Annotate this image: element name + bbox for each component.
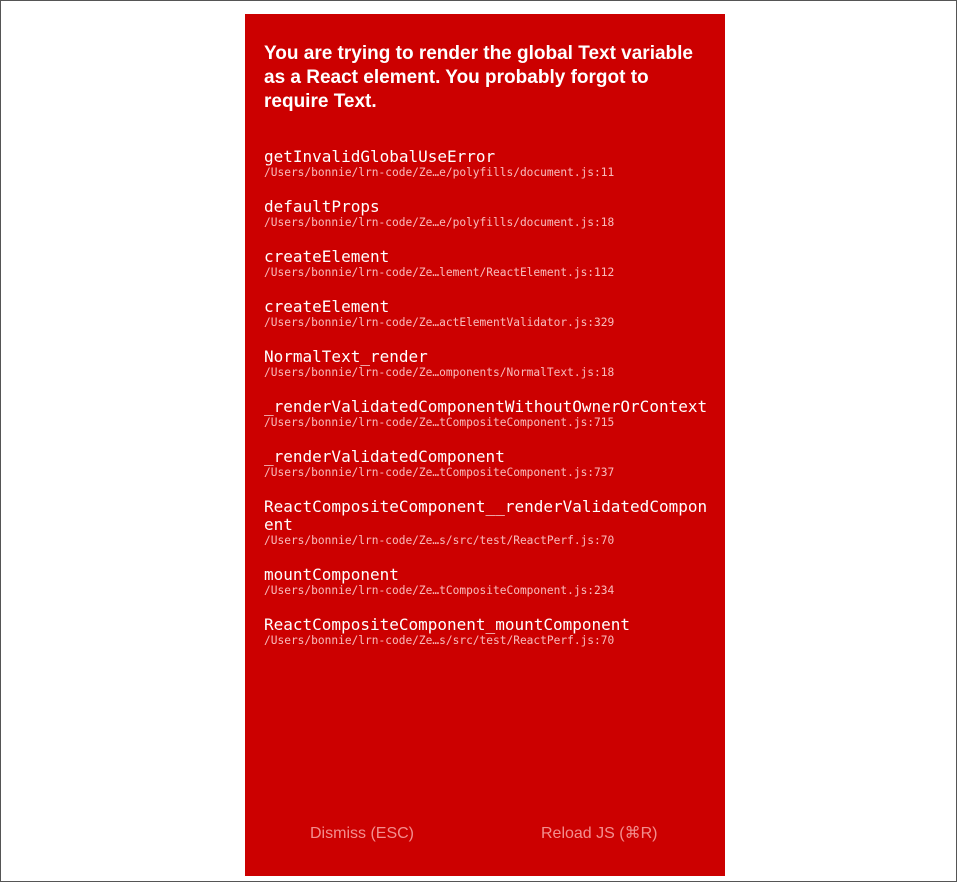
stack-frame-location: /Users/bonnie/lrn-code/Ze…tCompositeComp… (264, 584, 615, 597)
stack-frame-function: defaultProps (264, 197, 380, 216)
screenshot-frame: You are trying to render the global Text… (0, 0, 957, 882)
stack-frame-location: /Users/bonnie/lrn-code/Ze…e/polyfills/do… (264, 216, 615, 229)
stack-frame[interactable]: NormalText_render /Users/bonnie/lrn-code… (264, 348, 714, 380)
stack-frame[interactable]: createElement /Users/bonnie/lrn-code/Ze…… (264, 298, 714, 330)
stack-frame-location: /Users/bonnie/lrn-code/Ze…actElementVali… (264, 316, 615, 329)
stack-frame[interactable]: mountComponent /Users/bonnie/lrn-code/Ze… (264, 566, 714, 598)
stack-frame-location: /Users/bonnie/lrn-code/Ze…tCompositeComp… (264, 416, 615, 429)
stack-frame[interactable]: _renderValidatedComponent /Users/bonnie/… (264, 448, 714, 480)
stack-frame-function: mountComponent (264, 565, 399, 584)
stack-frame-location: /Users/bonnie/lrn-code/Ze…lement/ReactEl… (264, 266, 615, 279)
stack-frame-location: /Users/bonnie/lrn-code/Ze…omponents/Norm… (264, 366, 615, 379)
stack-frame-function: _renderValidatedComponentWithoutOwnerOrC… (264, 397, 708, 416)
stack-frame[interactable]: ReactCompositeComponent_mountComponent /… (264, 616, 714, 648)
stack-frame[interactable]: defaultProps /Users/bonnie/lrn-code/Ze…e… (264, 198, 714, 230)
stack-frame-function: NormalText_render (264, 347, 428, 366)
error-message: You are trying to render the global Text… (264, 43, 694, 112)
dismiss-button[interactable]: Dismiss (ESC) (310, 822, 414, 846)
stack-frame[interactable]: getInvalidGlobalUseError /Users/bonnie/l… (264, 148, 714, 180)
stack-frame-function: ReactCompositeComponent__renderValidated… (264, 497, 708, 534)
stack-frame-location: /Users/bonnie/lrn-code/Ze…s/src/test/Rea… (264, 634, 615, 647)
stack-frame-function: _renderValidatedComponent (264, 447, 505, 466)
reload-js-button[interactable]: Reload JS (⌘R) (541, 822, 657, 846)
stack-frame-function: createElement (264, 297, 390, 316)
stack-frame-function: ReactCompositeComponent_mountComponent (264, 615, 631, 634)
stack-frame-location: /Users/bonnie/lrn-code/Ze…tCompositeComp… (264, 466, 615, 479)
stack-frame-location: /Users/bonnie/lrn-code/Ze…e/polyfills/do… (264, 166, 615, 179)
redbox-error-screen: You are trying to render the global Text… (245, 14, 725, 876)
redbox-button-bar: Dismiss (ESC) Reload JS (⌘R) (245, 822, 725, 846)
stack-frame[interactable]: createElement /Users/bonnie/lrn-code/Ze…… (264, 248, 714, 280)
stack-frame[interactable]: ReactCompositeComponent__renderValidated… (264, 498, 714, 548)
stack-frame-location: /Users/bonnie/lrn-code/Ze…s/src/test/Rea… (264, 534, 615, 547)
stack-frame-function: createElement (264, 247, 390, 266)
stack-frame[interactable]: _renderValidatedComponentWithoutOwnerOrC… (264, 398, 714, 430)
stack-frame-function: getInvalidGlobalUseError (264, 147, 496, 166)
stack-trace: getInvalidGlobalUseError /Users/bonnie/l… (264, 148, 725, 648)
